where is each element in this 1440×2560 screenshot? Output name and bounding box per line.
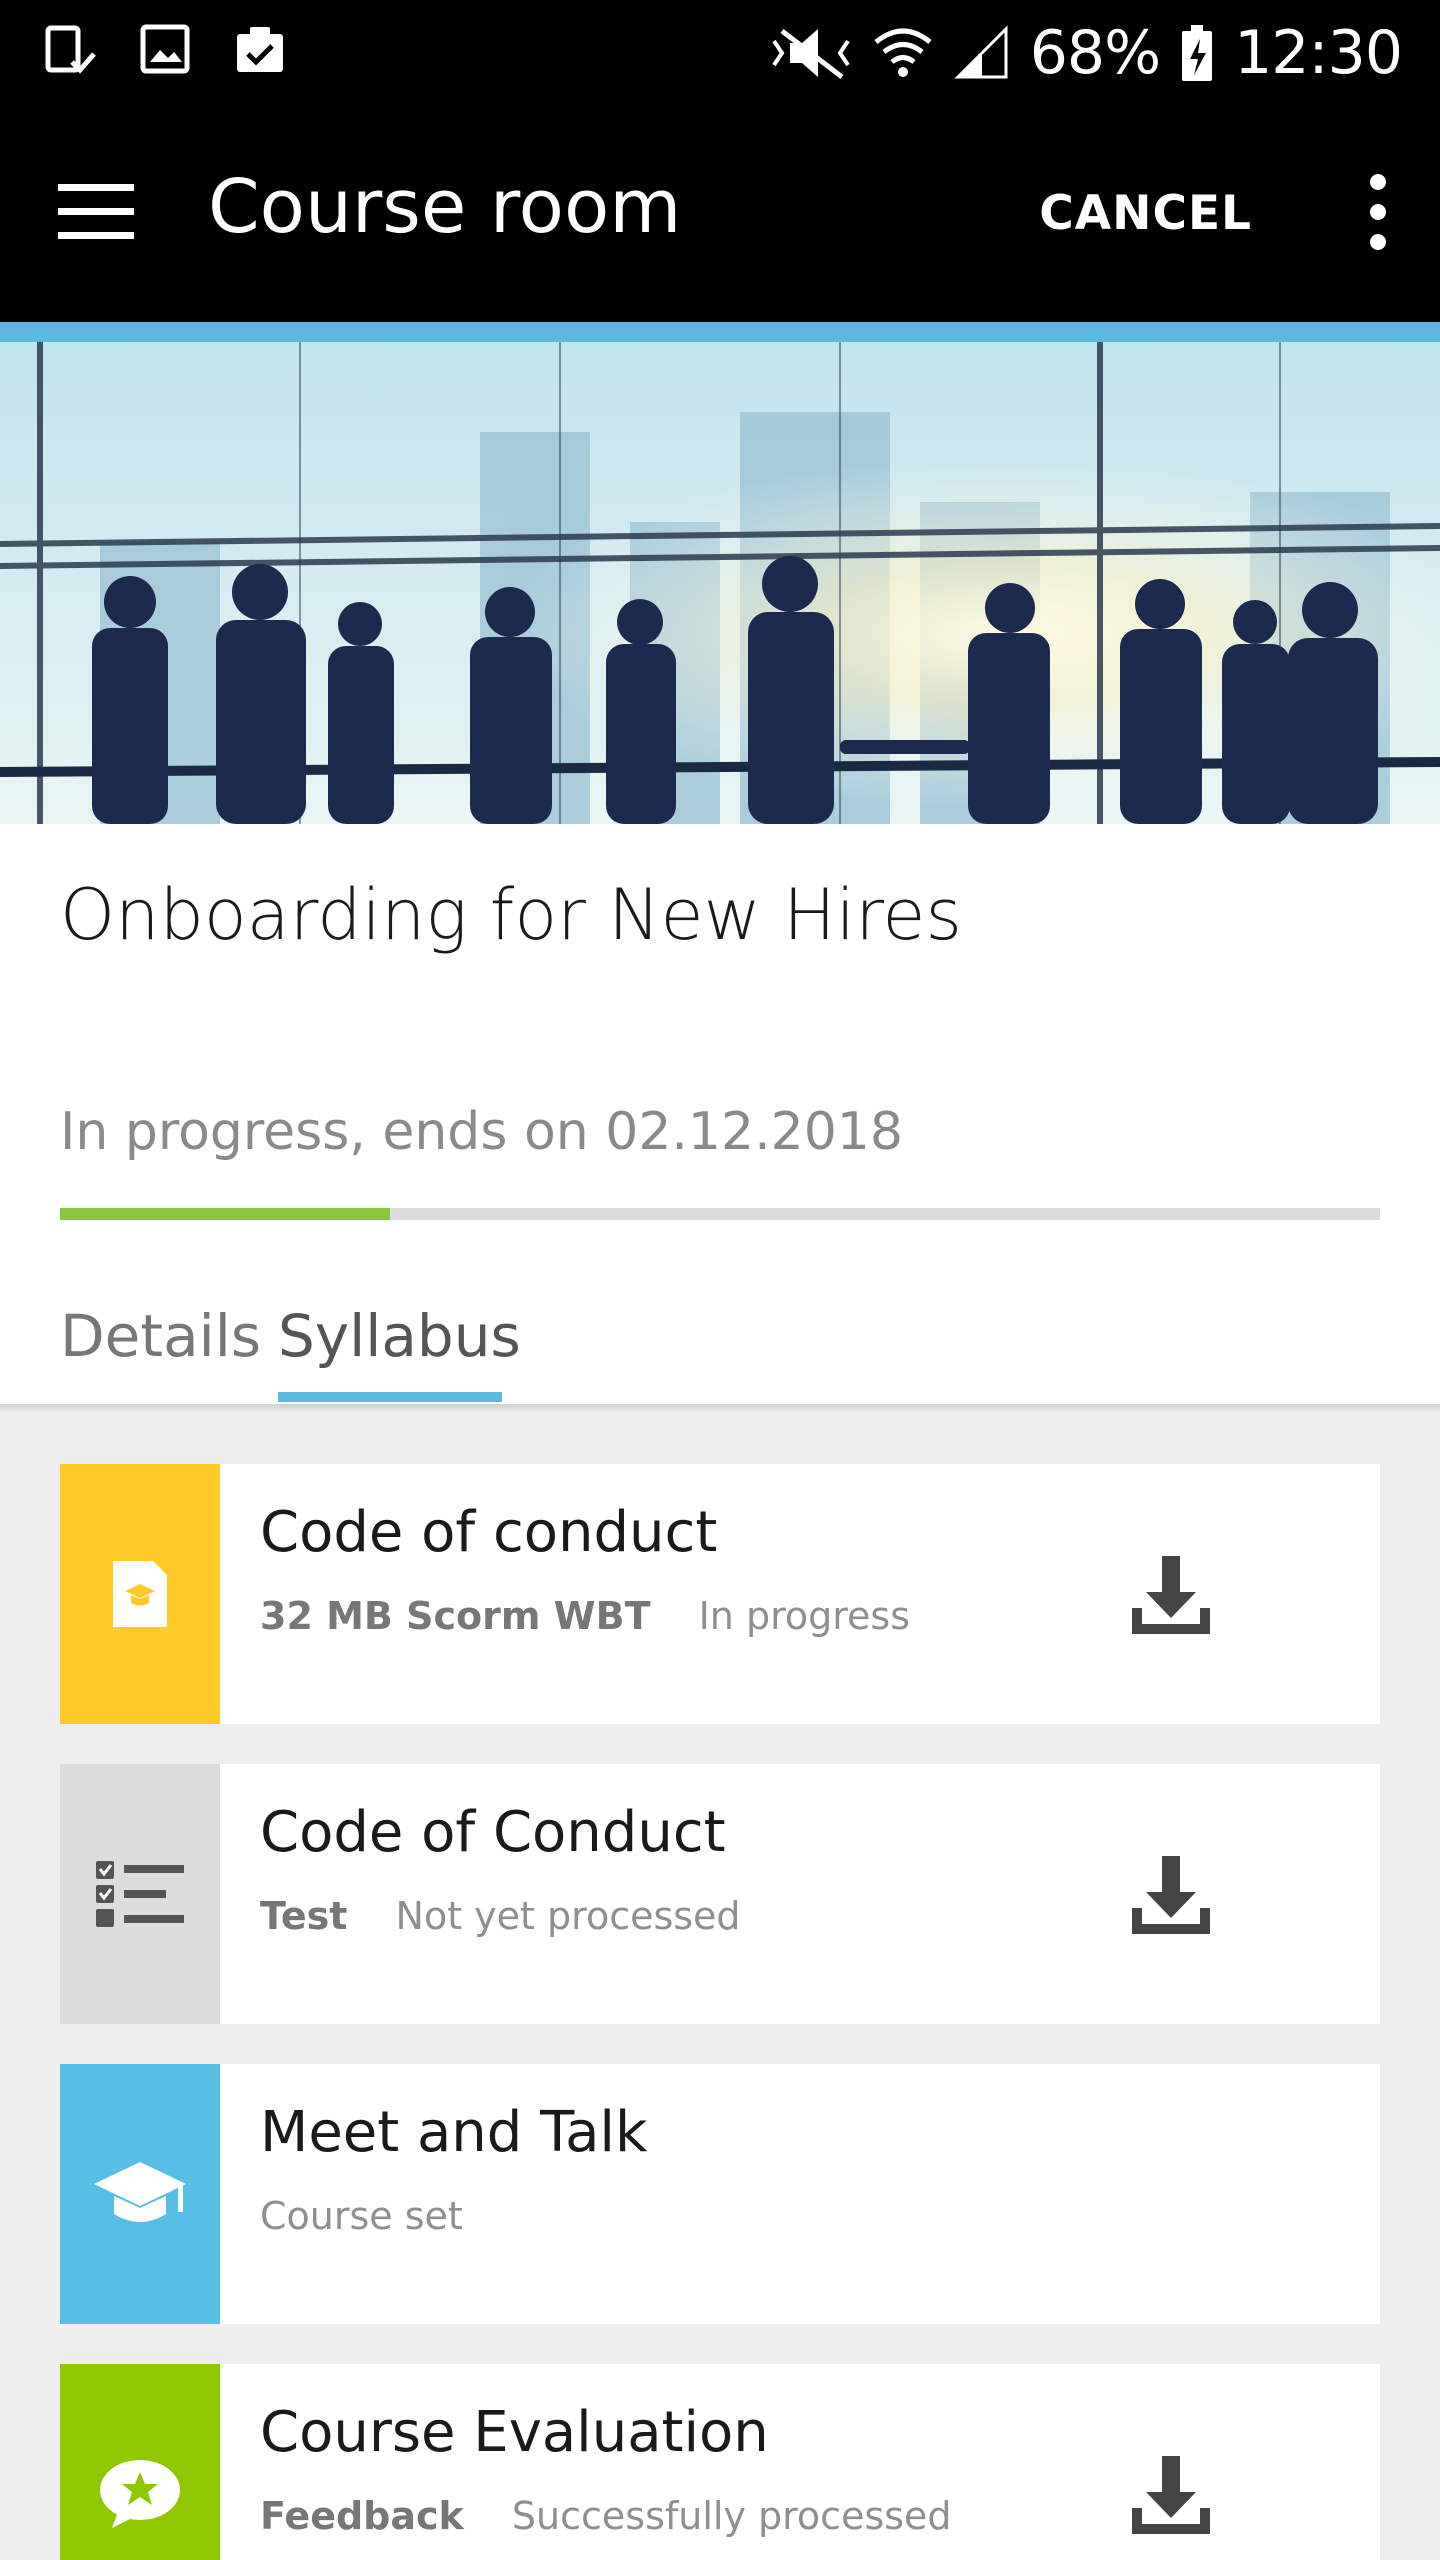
syllabus-item-title: Meet and Talk [260, 2100, 648, 2165]
scorm-document-icon [60, 1464, 220, 1724]
syllabus-item-type: Feedback [260, 2494, 464, 2538]
wifi-icon [872, 24, 934, 82]
image-icon [140, 24, 190, 78]
syllabus-item-state: Successfully processed [511, 2494, 952, 2538]
syllabus-item-title: Code of conduct [260, 1500, 718, 1565]
syllabus-item-subtitle: Course set [260, 2194, 463, 2238]
signal-icon [954, 25, 1010, 81]
graduation-cap-icon [60, 2064, 220, 2324]
syllabus-item-title: Course Evaluation [260, 2400, 769, 2465]
syllabus-item-meta: 32 MB Scorm WBT In progress [260, 1594, 910, 1638]
checklist-icon [60, 1764, 220, 2024]
download-icon[interactable] [1126, 1854, 1216, 1938]
syllabus-item-state: Not yet processed [395, 1894, 741, 1938]
syllabus-item-meta: Course set [260, 2194, 463, 2238]
cancel-button[interactable]: CANCEL [1039, 186, 1252, 241]
hamburger-menu-icon[interactable] [58, 182, 134, 242]
syllabus-item-title: Code of Conduct [260, 1800, 726, 1865]
clipboard-check-icon [234, 24, 286, 78]
syllabus-item[interactable]: Course Evaluation Feedback Successfully … [60, 2364, 1380, 2560]
syllabus-item[interactable]: Code of conduct 32 MB Scorm WBT In progr… [60, 1464, 1380, 1724]
more-vertical-icon[interactable] [1358, 174, 1398, 250]
device-check-icon [44, 24, 96, 78]
course-info: Onboarding for New Hires In progress, en… [0, 824, 1440, 1404]
mute-icon [770, 25, 852, 81]
feedback-star-icon [60, 2364, 220, 2560]
download-icon[interactable] [1126, 1554, 1216, 1638]
battery-percent: 68% [1029, 18, 1161, 88]
clock: 12:30 [1234, 18, 1403, 88]
syllabus-item-type: Test [260, 1894, 348, 1938]
tab-details[interactable]: Details [60, 1302, 261, 1370]
download-icon[interactable] [1126, 2454, 1216, 2538]
syllabus-item-meta: Feedback Successfully processed [260, 2494, 952, 2538]
tab-selected-indicator [278, 1392, 502, 1402]
syllabus-item[interactable]: Code of Conduct Test Not yet processed [60, 1764, 1380, 2024]
tab-syllabus[interactable]: Syllabus [278, 1302, 521, 1370]
course-title: Onboarding for New Hires [60, 874, 962, 956]
status-bar: 68% 12:30 [0, 0, 1440, 104]
course-status: In progress, ends on 02.12.2018 [60, 1102, 903, 1162]
battery-charging-icon [1180, 23, 1214, 83]
syllabus-item-type: 32 MB Scorm WBT [260, 1594, 651, 1638]
course-hero-image [0, 322, 1440, 824]
syllabus-item[interactable]: Meet and Talk Course set [60, 2064, 1380, 2324]
syllabus-item-state: In progress [698, 1594, 910, 1638]
syllabus-item-meta: Test Not yet processed [260, 1894, 741, 1938]
divider [0, 1404, 1440, 1414]
course-progress-fill [60, 1208, 390, 1220]
hero-accent-bar [0, 322, 1440, 342]
app-bar: Course room CANCEL [0, 104, 1440, 322]
course-progress-bar [60, 1208, 1380, 1220]
page-title: Course room [208, 164, 682, 250]
